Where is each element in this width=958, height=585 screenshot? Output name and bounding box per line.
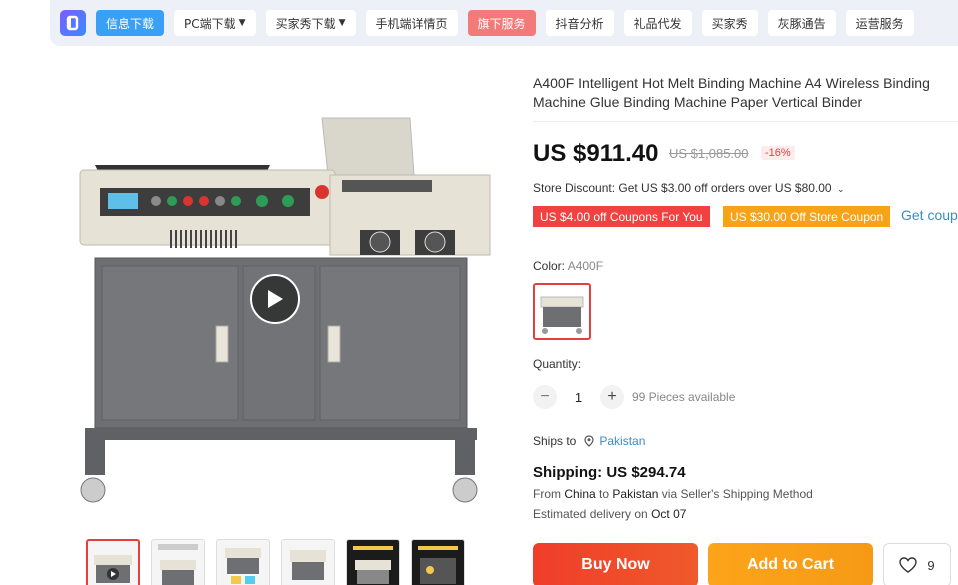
- product-title: A400F Intelligent Hot Melt Binding Machi…: [533, 75, 930, 110]
- play-icon: [268, 290, 283, 308]
- ship-method: via Seller's Shipping Method: [661, 487, 813, 501]
- current-price: US $911.40: [533, 140, 659, 167]
- wishlist-count: 9: [927, 557, 935, 573]
- quantity-label: Quantity:: [533, 357, 582, 371]
- play-video-button[interactable]: [250, 274, 300, 324]
- wishlist-button[interactable]: 9: [883, 543, 951, 585]
- estimated-delivery: Estimated delivery on Oct 07: [533, 507, 686, 521]
- thumbnail-2[interactable]: [151, 539, 205, 585]
- original-price: US $1,085.00: [669, 146, 749, 161]
- color-label-text: Color:: [533, 259, 566, 273]
- coupon-for-you[interactable]: US $4.00 off Coupons For You: [533, 206, 710, 227]
- ships-to-label: Ships to: [533, 434, 577, 448]
- ships-to[interactable]: Ships to Pakistan: [533, 434, 645, 448]
- plugin-logo-icon[interactable]: [60, 10, 86, 36]
- toolbar-label: 信息下载: [106, 16, 155, 31]
- ship-from-to: to: [599, 487, 610, 501]
- toolbar-label: 灰豚通告: [777, 16, 826, 31]
- delivery-date: Oct 07: [651, 507, 687, 521]
- heart-icon: [899, 557, 918, 573]
- color-option-swatch[interactable]: [533, 283, 591, 340]
- shipping-fee: Shipping: US $294.74: [533, 464, 686, 481]
- quantity-stepper: − 1 + 99 Pieces available: [533, 385, 735, 409]
- add-to-cart-button[interactable]: Add to Cart: [708, 543, 873, 585]
- ship-destination: Pakistan: [612, 487, 659, 501]
- get-coupons-link[interactable]: Get coupons: [901, 207, 958, 223]
- thumbnail-3[interactable]: [216, 539, 270, 585]
- ships-to-country[interactable]: Pakistan: [599, 434, 645, 448]
- toolbar-label: 抖音分析: [555, 16, 604, 31]
- chevron-down-icon: ⌄: [836, 184, 845, 194]
- thumbnail-6[interactable]: [411, 539, 465, 585]
- toolbar-pc-download[interactable]: PC端下载 ▼: [174, 10, 256, 36]
- ship-from-prefix: From: [533, 487, 561, 501]
- toolbar-services[interactable]: 旗下服务: [467, 10, 536, 36]
- toolbar-operations[interactable]: 运营服务: [845, 10, 914, 36]
- toolbar-info-download[interactable]: 信息下载: [96, 10, 165, 36]
- toolbar-label: 手机端详情页: [375, 16, 448, 31]
- divider: [533, 121, 958, 122]
- caret-down-icon: ▼: [338, 18, 346, 28]
- toolbar-label: 运营服务: [855, 16, 904, 31]
- discount-badge: -16%: [761, 146, 795, 160]
- toolbar-label: 旗下服务: [477, 16, 526, 31]
- color-label: Color: A400F: [533, 259, 603, 273]
- thumbnail-4[interactable]: [281, 539, 335, 585]
- thumbnail-5[interactable]: [346, 539, 400, 585]
- store-discount-text: Store Discount: Get US $3.00 off orders …: [533, 181, 832, 195]
- store-coupon[interactable]: US $30.00 Off Store Coupon: [723, 206, 891, 227]
- toolbar-label: 礼品代发: [633, 16, 682, 31]
- toolbar-douyin-analysis[interactable]: 抖音分析: [545, 10, 614, 36]
- toolbar-buyer-show[interactable]: 买家秀: [701, 10, 758, 36]
- caret-down-icon: ▼: [238, 18, 246, 28]
- delivery-prefix: Estimated delivery on: [533, 507, 648, 521]
- toolbar-label: PC端下载: [184, 16, 236, 31]
- buy-now-button[interactable]: Buy Now: [533, 543, 698, 585]
- toolbar-gift-dropship[interactable]: 礼品代发: [623, 10, 692, 36]
- location-pin-icon: [584, 435, 594, 447]
- toolbar-mobile-detail[interactable]: 手机端详情页: [365, 10, 458, 36]
- color-value: A400F: [567, 259, 604, 273]
- toolbar-label: 买家秀下载: [275, 16, 336, 31]
- quantity-value[interactable]: 1: [557, 390, 600, 405]
- store-discount[interactable]: Store Discount: Get US $3.00 off orders …: [533, 181, 845, 195]
- thumbnail-strip: [86, 539, 465, 585]
- increase-quantity-button[interactable]: +: [600, 385, 624, 409]
- ship-from: From China to Pakistan via Seller's Ship…: [533, 487, 813, 501]
- toolbar-huitun-notice[interactable]: 灰豚通告: [767, 10, 836, 36]
- available-stock: 99 Pieces available: [632, 390, 736, 404]
- toolbar-label: 买家秀: [711, 16, 748, 31]
- toolbar-buyer-show-download[interactable]: 买家秀下载 ▼: [265, 10, 356, 36]
- plugin-toolbar: 信息下载 PC端下载 ▼ 买家秀下载 ▼ 手机端详情页 旗下服务 抖音分析 礼品代发…: [50, 0, 958, 46]
- thumbnail-1[interactable]: [86, 539, 140, 585]
- ship-origin: China: [564, 487, 596, 501]
- decrease-quantity-button[interactable]: −: [533, 385, 557, 409]
